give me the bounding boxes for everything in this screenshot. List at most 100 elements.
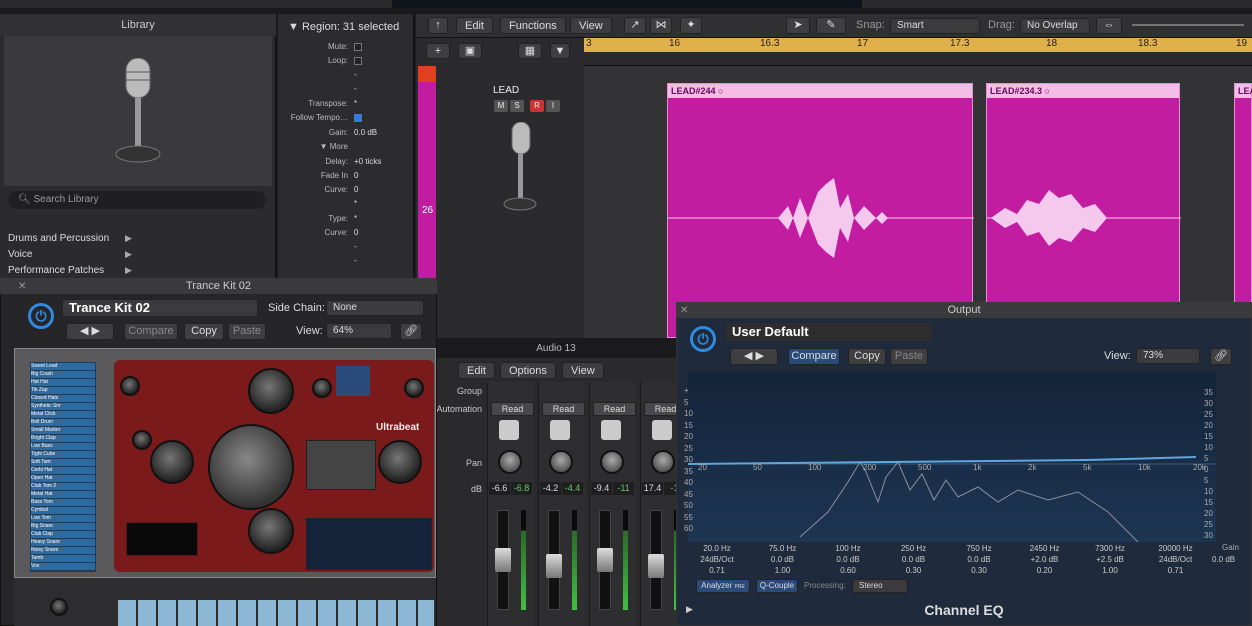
eq-band-freq[interactable]: 20.0 Hz <box>688 543 746 554</box>
fader-cap[interactable] <box>546 554 562 578</box>
marquee-button[interactable]: ✦ <box>680 17 702 34</box>
drag-select[interactable]: No Overlap <box>1020 18 1090 34</box>
eq-band-params[interactable]: 250 Hz 0.0 dB 0.30 <box>885 543 943 576</box>
inspector-row-value[interactable]: - <box>354 254 357 268</box>
eq-band-params[interactable]: 20.0 Hz 24dB/Oct 0.71 <box>688 543 746 576</box>
preset-select[interactable]: Trance Kit 02 <box>62 299 258 317</box>
mixer-view-menu[interactable]: View <box>562 362 604 379</box>
eq-band-gain[interactable]: 0.0 dB <box>885 554 943 565</box>
power-icon[interactable]: ⏻ <box>28 303 54 329</box>
output-knob[interactable] <box>378 440 422 484</box>
eq-band-gain[interactable]: 24dB/Oct <box>1147 554 1205 565</box>
voice-slot[interactable]: Soft Tam <box>31 459 95 466</box>
voice-slot[interactable]: Heavy Snare <box>31 539 95 546</box>
eq-band-freq[interactable]: 75.0 Hz <box>754 543 812 554</box>
pan-knob[interactable] <box>651 450 675 474</box>
eq-band-freq[interactable]: 100 Hz <box>819 543 877 554</box>
checkbox[interactable] <box>354 114 362 122</box>
voice-slot[interactable]: Open Hat <box>31 475 95 482</box>
new-folder-button[interactable]: ▣ <box>458 43 482 59</box>
eq-band-q[interactable]: 0.30 <box>950 565 1008 576</box>
voice-slot[interactable]: Club Clap <box>31 531 95 538</box>
eq-band-q[interactable]: 0.60 <box>819 565 877 576</box>
pan-knob[interactable] <box>498 450 522 474</box>
mixer-edit-menu[interactable]: Edit <box>458 362 495 379</box>
paste-button[interactable]: Paste <box>228 323 266 340</box>
checkbox[interactable] <box>354 43 362 51</box>
catch-button[interactable]: ↗ <box>624 17 646 34</box>
pointer-tool-icon[interactable]: ➤ <box>786 17 810 34</box>
prev-next-preset-button[interactable]: ◀ ▶ <box>730 348 778 365</box>
main-dial[interactable] <box>208 424 294 510</box>
checkbox[interactable] <box>354 57 362 65</box>
voice-slot[interactable]: Metal Click <box>31 411 95 418</box>
mixer-options-menu[interactable]: Options <box>500 362 556 379</box>
gain-value[interactable]: 0.0 dB <box>1212 555 1235 564</box>
eq-band-q[interactable]: 1.00 <box>1081 565 1139 576</box>
inspector-row-value[interactable]: 0 <box>354 226 358 240</box>
zoom-toggle-icon[interactable]: ⇔ <box>1096 17 1122 34</box>
lfo-knob[interactable] <box>312 378 332 398</box>
preset-select[interactable]: User Default <box>726 323 932 341</box>
paste-button[interactable]: Paste <box>890 348 928 365</box>
library-item[interactable]: Drums and Percussion <box>8 231 136 247</box>
sidechain-select[interactable]: None <box>326 300 424 316</box>
close-icon[interactable]: ✕ <box>18 281 26 292</box>
global-tracks-button[interactable]: ▦ <box>518 43 542 59</box>
eq-band-q[interactable]: 0.71 <box>688 565 746 576</box>
eq-band-gain[interactable]: 0.0 dB <box>754 554 812 565</box>
eq-band-gain[interactable]: 0.0 dB <box>819 554 877 565</box>
view-menu[interactable]: View <box>570 17 612 34</box>
fader-cap[interactable] <box>597 548 613 572</box>
voice-slot[interactable]: Big Snare <box>31 523 95 530</box>
prev-next-preset-button[interactable]: ◀ ▶ <box>66 323 114 340</box>
voice-slot[interactable]: Club Tom 2 <box>31 483 95 490</box>
fader-cap[interactable] <box>648 554 664 578</box>
audio-region[interactable]: LEAD#234.3 ○ <box>986 83 1181 338</box>
inspector-row-value[interactable]: 0.0 dB <box>354 126 377 140</box>
voice-slot[interactable]: Bass Tom <box>31 499 95 506</box>
functions-menu[interactable]: Functions <box>500 17 566 34</box>
voice-slot[interactable]: Big Crash <box>31 371 95 378</box>
track-name[interactable]: LEAD <box>493 85 519 96</box>
snap-select[interactable]: Smart <box>890 18 980 34</box>
link-icon[interactable]: 🔗︎ <box>400 323 422 340</box>
noise-knob[interactable] <box>132 430 152 450</box>
voice-slot[interactable]: Sweet Lead <box>31 363 95 370</box>
eq-band-freq[interactable]: 250 Hz <box>885 543 943 554</box>
osc1-knob[interactable] <box>150 440 194 484</box>
voice-slot[interactable]: Cymbal <box>31 507 95 514</box>
eq-band-gain[interactable]: +2.5 dB <box>1081 554 1139 565</box>
mute-button[interactable]: M <box>494 100 508 112</box>
eq-band-freq[interactable]: 7300 Hz <box>1081 543 1139 554</box>
library-item[interactable]: Performance Patches <box>8 263 136 279</box>
eq-band-q[interactable]: 0.20 <box>1016 565 1074 576</box>
voice-slot[interactable]: Noisy Snare <box>31 547 95 554</box>
inspector-row-value[interactable]: * <box>354 197 357 211</box>
pitch-knob[interactable] <box>120 376 140 396</box>
edit-menu[interactable]: Edit <box>456 17 493 34</box>
automation-read-button[interactable]: Read <box>542 402 585 416</box>
eq-band-q[interactable]: 1.00 <box>754 565 812 576</box>
voice-slot[interactable]: Cerbi Hat <box>31 467 95 474</box>
eq-band-params[interactable]: 7300 Hz +2.5 dB 1.00 <box>1081 543 1139 576</box>
automation-read-button[interactable]: Read <box>491 402 534 416</box>
record-enable-button[interactable]: R <box>530 100 544 112</box>
eq-band-gain[interactable]: +2.0 dB <box>1016 554 1074 565</box>
pan-knob[interactable] <box>549 450 573 474</box>
collapse-button[interactable]: ▼ <box>550 43 570 59</box>
inspector-row-value[interactable]: - <box>354 82 357 96</box>
voice-slot[interactable]: Vox <box>31 563 95 570</box>
voice-slot[interactable]: Low Tom <box>31 515 95 522</box>
eq-band-freq[interactable]: 2450 Hz <box>1016 543 1074 554</box>
eq-band-params[interactable]: 75.0 Hz 0.0 dB 1.00 <box>754 543 812 576</box>
voice-slot[interactable]: Tamb <box>31 555 95 562</box>
eq-band-freq[interactable]: 750 Hz <box>950 543 1008 554</box>
power-icon[interactable]: ⏻ <box>690 326 716 352</box>
voice-slot[interactable]: Tight Cube <box>31 451 95 458</box>
voice-slot[interactable]: Metal Hat <box>31 491 95 498</box>
view-zoom-select[interactable]: 73% <box>1136 348 1200 364</box>
inspector-row-value[interactable]: - <box>354 68 357 82</box>
solo-button[interactable]: S <box>510 100 524 112</box>
close-icon[interactable]: ✕ <box>680 305 688 316</box>
